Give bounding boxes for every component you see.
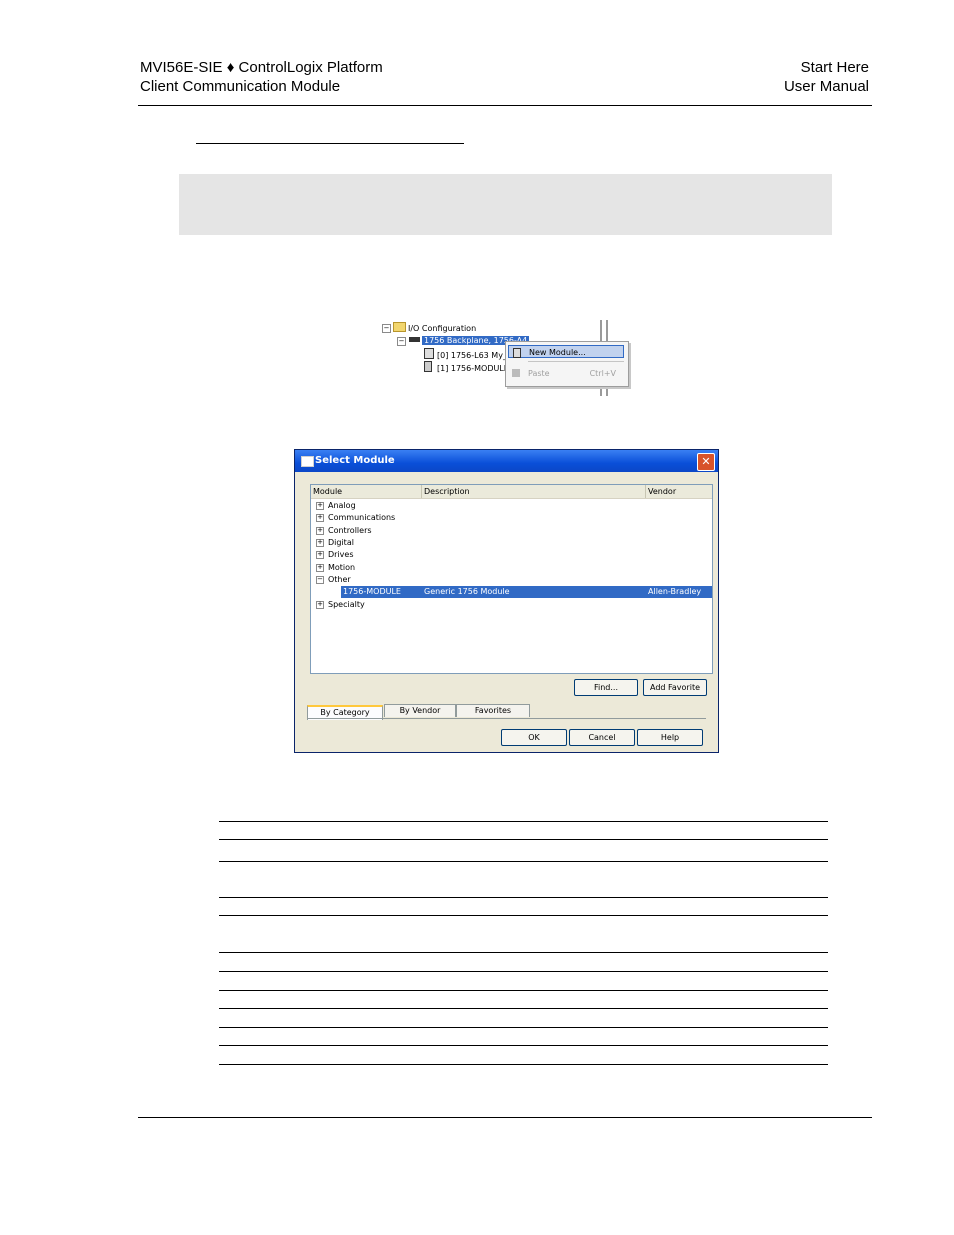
running-header-right: Start Here User Manual <box>784 58 869 96</box>
header-product-subtitle: Client Communication Module <box>140 78 341 95</box>
help-button[interactable]: Help <box>637 729 703 746</box>
column-description[interactable]: Description <box>422 485 646 498</box>
new-module-icon <box>513 348 521 358</box>
module-name: 1756-MODULE <box>343 587 401 596</box>
category-label: Specialty <box>328 600 365 609</box>
table-rule <box>219 915 828 916</box>
ok-button[interactable]: OK <box>501 729 567 746</box>
module-vendor: Allen-Bradley <box>648 587 702 596</box>
table-rule <box>219 861 828 862</box>
expand-icon[interactable]: + <box>316 502 324 510</box>
add-favorite-button[interactable]: Add Favorite <box>643 679 707 696</box>
find-button[interactable]: Find... <box>574 679 638 696</box>
running-header-left: MVI56E-SIE ♦ ControlLogix Platform Clien… <box>140 58 383 96</box>
expand-icon[interactable]: + <box>316 564 324 572</box>
category-label: Controllers <box>328 526 372 535</box>
controller-icon <box>424 348 434 359</box>
section-heading-underline <box>196 143 464 144</box>
backplane-icon <box>409 337 420 342</box>
category-row[interactable]: + Analog <box>311 500 712 512</box>
category-label: Communications <box>328 513 396 522</box>
category-label: Digital <box>328 538 354 547</box>
header-document-type: User Manual <box>783 78 869 95</box>
expand-icon[interactable]: + <box>316 527 324 535</box>
table-rule <box>219 1027 828 1028</box>
table-rule <box>219 1008 828 1009</box>
context-menu: New Module... Paste Ctrl+V <box>505 341 629 387</box>
menu-item-new-module[interactable]: New Module... <box>508 345 624 358</box>
header-rule <box>138 105 872 106</box>
tree-slot-1-label: [1] 1756-MODULE <box>437 364 509 373</box>
category-label: Analog <box>328 501 356 510</box>
folder-icon <box>393 322 406 332</box>
tree-slot-0-label: [0] 1756-L63 My_ <box>437 351 507 360</box>
table-rule <box>219 952 828 953</box>
column-vendor[interactable]: Vendor <box>646 485 712 498</box>
table-rule <box>219 839 828 840</box>
collapse-icon[interactable]: − <box>382 324 391 333</box>
menu-separator <box>528 361 624 362</box>
list-header: Module Description Vendor <box>311 485 712 499</box>
menu-item-paste-shortcut: Ctrl+V <box>589 369 616 378</box>
menu-item-new-module-label: New Module... <box>529 348 586 357</box>
module-list[interactable]: Module Description Vendor + Analog + Com… <box>310 484 713 674</box>
footer-rule <box>138 1117 872 1118</box>
category-label: Motion <box>328 563 356 572</box>
expand-icon[interactable]: + <box>316 601 324 609</box>
category-row[interactable]: + Specialty <box>311 599 712 611</box>
menu-item-paste-label: Paste <box>528 369 550 378</box>
category-row[interactable]: + Digital <box>311 537 712 549</box>
expand-icon[interactable]: + <box>316 551 324 559</box>
tab-by-vendor[interactable]: By Vendor <box>384 704 456 717</box>
tab-panel-border <box>307 718 706 719</box>
category-label: Drives <box>328 550 354 559</box>
tree-slot-0[interactable]: [0] 1756-L63 My_ <box>424 348 507 360</box>
select-module-dialog: Select Module ✕ Module Description Vendo… <box>294 449 719 753</box>
category-row[interactable]: + Controllers <box>311 525 712 537</box>
selected-module-row[interactable]: 1756-MODULE Generic 1756 Module Allen-Br… <box>341 586 712 598</box>
column-module[interactable]: Module <box>311 485 422 498</box>
category-label: Other <box>328 575 351 584</box>
header-section-name: Start Here <box>800 59 869 76</box>
category-row[interactable]: − Other <box>311 574 712 586</box>
table-rule <box>219 1064 828 1065</box>
tree-root-label: I/O Configuration <box>408 324 477 333</box>
tree-root[interactable]: I/O Configuration <box>393 322 476 334</box>
table-rule <box>219 990 828 991</box>
dialog-title: Select Module <box>315 455 395 466</box>
category-row[interactable]: + Communications <box>311 512 712 524</box>
note-box <box>179 174 832 235</box>
tab-favorites[interactable]: Favorites <box>456 704 530 717</box>
dialog-titlebar[interactable]: Select Module ✕ <box>295 450 718 472</box>
paste-icon <box>512 369 520 377</box>
io-configuration-tree-screenshot: − I/O Configuration − 1756 Backplane, 17… <box>380 319 630 397</box>
expand-icon[interactable]: + <box>316 514 324 522</box>
header-product-title: MVI56E-SIE ♦ ControlLogix Platform <box>140 59 383 76</box>
module-description: Generic 1756 Module <box>424 587 510 596</box>
category-row[interactable]: + Drives <box>311 549 712 561</box>
tree-slot-1[interactable]: [1] 1756-MODULE <box>424 361 509 373</box>
module-icon <box>424 361 432 372</box>
collapse-icon[interactable]: − <box>316 576 324 584</box>
window-icon <box>301 456 314 467</box>
table-rule <box>219 821 828 822</box>
expand-icon[interactable]: + <box>316 539 324 547</box>
table-rule <box>219 971 828 972</box>
collapse-icon[interactable]: − <box>397 337 406 346</box>
table-rule <box>219 1045 828 1046</box>
category-row[interactable]: + Motion <box>311 562 712 574</box>
close-button[interactable]: ✕ <box>697 453 715 471</box>
menu-item-paste[interactable]: Paste Ctrl+V <box>508 367 624 380</box>
table-rule <box>219 897 828 898</box>
cancel-button[interactable]: Cancel <box>569 729 635 746</box>
